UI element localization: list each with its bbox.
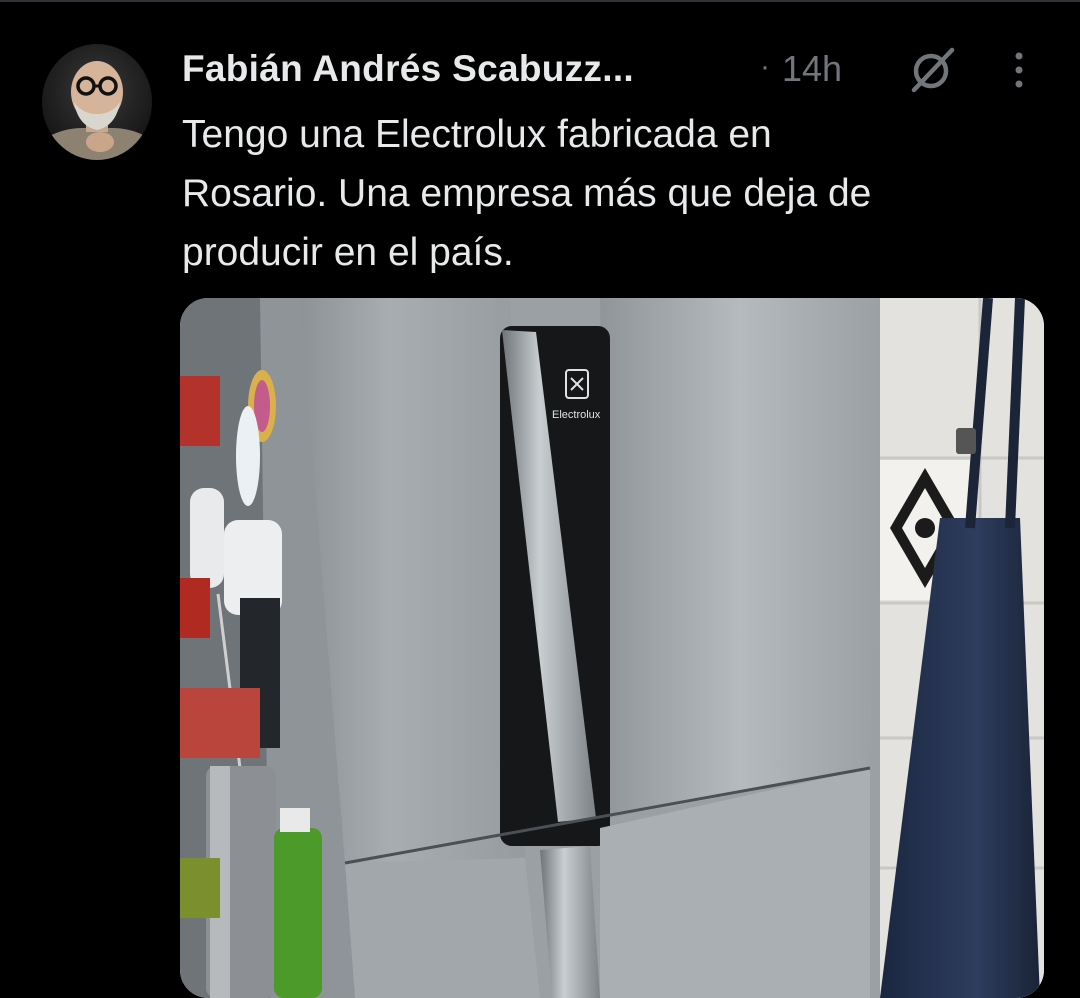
more-options-icon[interactable] xyxy=(1004,48,1034,92)
post-header: Fabián Andrés Scabuzz... · 14h xyxy=(182,44,1042,94)
header-separator: · xyxy=(760,50,770,83)
top-divider xyxy=(0,0,1080,2)
post-timestamp[interactable]: 14h xyxy=(782,48,842,90)
author-name[interactable]: Fabián Andrés Scabuzz... xyxy=(182,48,634,90)
avatar-photo-icon xyxy=(42,44,152,160)
author-avatar[interactable] xyxy=(42,44,152,160)
post-text: Tengo una Electrolux fabricada en Rosari… xyxy=(182,113,872,274)
grok-icon[interactable] xyxy=(908,44,958,94)
refrigerator-photo: Electrolux xyxy=(180,298,1044,998)
post-media-photo[interactable]: Electrolux xyxy=(180,298,1044,998)
electrolux-logo-text: Electrolux xyxy=(552,409,601,421)
